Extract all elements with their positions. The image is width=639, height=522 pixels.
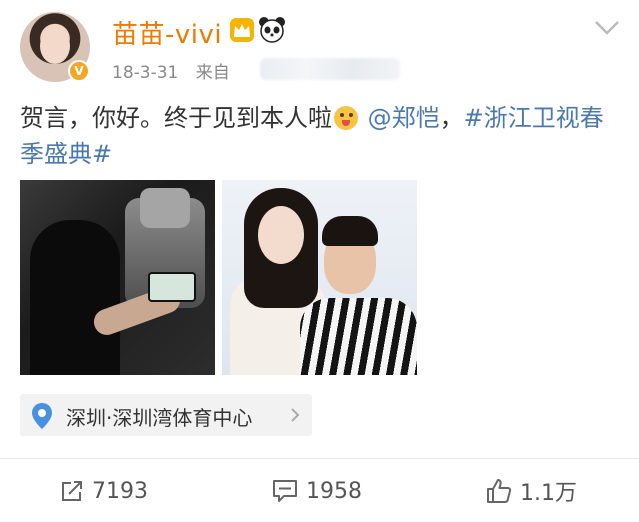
panda-icon[interactable] [258, 16, 286, 44]
post-text: 贺言，你好。终于见到本人啦 @郑恺，#浙江卫视春季盛典# [20, 100, 620, 172]
action-divider [0, 458, 639, 459]
car-headrest [140, 188, 190, 228]
chevron-right-icon [291, 408, 300, 422]
mention-link[interactable]: @郑恺 [368, 104, 440, 132]
comment-count: 1958 [306, 478, 362, 504]
like-count: 1.1万 [520, 481, 577, 506]
like-button[interactable]: 1.1万 [486, 474, 577, 508]
avatar-face [40, 28, 70, 64]
phone-in-hand [148, 272, 196, 302]
crown-badge-icon[interactable] [230, 18, 254, 42]
photo-selfie[interactable] [222, 180, 417, 375]
location-label: 深圳·深圳湾体育中心 [66, 406, 253, 430]
blurred-source [260, 58, 400, 80]
repost-button[interactable]: 7193 [60, 474, 148, 508]
text-separator: ， [439, 104, 464, 132]
location-chip[interactable]: 深圳·深圳湾体育中心 [20, 394, 312, 436]
verified-badge: V [68, 60, 90, 82]
post-date: 18-3-31 [112, 63, 179, 83]
post-text-main: 贺言，你好。终于见到本人啦 [20, 104, 332, 132]
post-meta: 18-3-31 来自 [112, 58, 230, 83]
emoji-icon [334, 106, 358, 130]
man-hair [322, 216, 378, 246]
like-icon [487, 479, 512, 503]
photo-car[interactable] [20, 180, 215, 375]
location-pin-icon [32, 403, 52, 429]
repost-count: 7193 [92, 478, 148, 504]
post-source-label: 来自 [195, 63, 230, 83]
repost-icon [62, 481, 82, 501]
username[interactable]: 苗苗-vivi [112, 14, 222, 51]
chevron-down-icon[interactable] [592, 18, 622, 38]
woman-face [258, 206, 304, 264]
comment-icon [273, 480, 297, 502]
passenger-figure [30, 220, 120, 375]
comment-button[interactable]: 1958 [272, 474, 362, 508]
man-shirt [300, 298, 417, 375]
